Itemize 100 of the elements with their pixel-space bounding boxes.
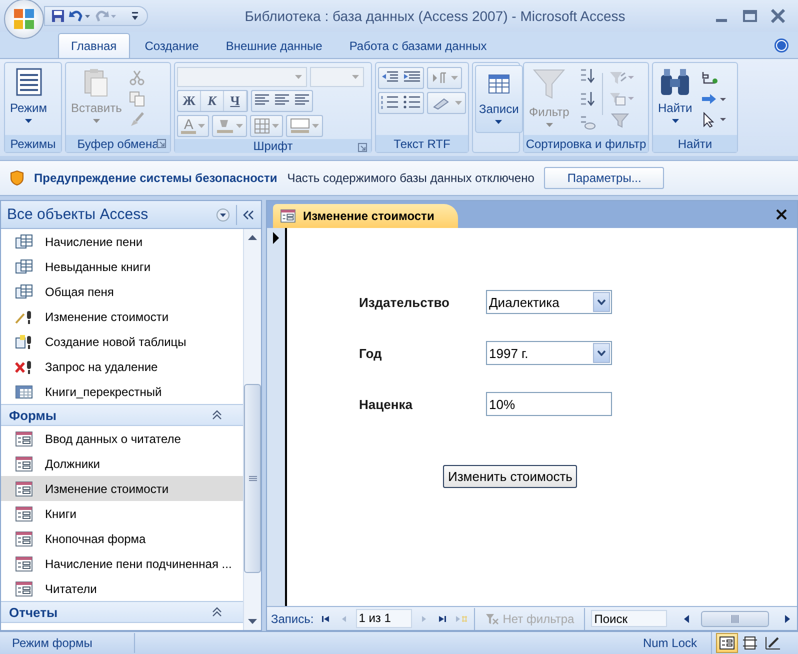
replace-icon[interactable] [701, 70, 720, 86]
nav-item[interactable]: Должники [1, 451, 243, 476]
caret-icon [495, 120, 502, 124]
gridlines-button[interactable] [250, 115, 284, 137]
group-label: Сортировка и фильтр [526, 136, 646, 150]
dropdown-button[interactable] [593, 292, 610, 312]
select-icon[interactable] [701, 112, 728, 128]
pencil-icon [15, 308, 33, 324]
new-table-icon [15, 334, 33, 350]
caret-icon [672, 119, 679, 123]
ribbon-tab[interactable]: Главная [58, 33, 130, 58]
nav-item[interactable]: Изменение стоимости [1, 476, 243, 501]
nav-group-header[interactable]: Отчеты [1, 601, 243, 623]
customize-icon[interactable] [131, 11, 139, 21]
scrollbar-thumb[interactable] [244, 384, 261, 573]
status-text: Режим формы [11, 636, 94, 650]
nav-group-header[interactable]: Формы [1, 404, 243, 426]
office-logo-icon [12, 7, 36, 31]
nav-item[interactable]: Начисление пени подчиненная ... [1, 551, 243, 576]
save-icon[interactable] [51, 9, 65, 23]
numbered-list-icon[interactable] [379, 93, 401, 111]
nav-item[interactable]: Невыданные книги [1, 254, 243, 279]
record-number-field[interactable]: 1 из 1 [356, 609, 412, 628]
font-style-button[interactable]: Ч [224, 91, 247, 111]
form-icon [15, 506, 33, 522]
maximize-icon[interactable] [742, 9, 758, 23]
nav-item[interactable]: Запрос на удаление [1, 354, 243, 379]
close-icon[interactable] [770, 9, 786, 23]
font-style-button[interactable]: Ж [178, 91, 201, 111]
search-field[interactable]: Поиск [591, 610, 668, 627]
font-name-field[interactable] [177, 67, 307, 87]
row-fill-icon [290, 118, 310, 134]
combo-box[interactable]: Диалектика [486, 290, 612, 314]
form-view-icon [14, 67, 42, 97]
view-button[interactable] [716, 633, 738, 653]
nav-item[interactable]: Изменение стоимости [1, 304, 243, 329]
options-button[interactable]: Параметры... [544, 167, 664, 189]
dropdown-icon[interactable] [216, 208, 230, 222]
ruler-icon [765, 636, 781, 650]
go-to-icon[interactable] [701, 92, 728, 106]
change-price-button[interactable]: Изменить стоимость [443, 465, 578, 488]
nav-item[interactable]: Книги [1, 501, 243, 526]
help-icon[interactable] [774, 38, 789, 53]
nav-item[interactable]: Общая пеня [1, 279, 243, 304]
sort-ascending-icon[interactable] [578, 67, 596, 86]
collapse-pane-icon[interactable] [243, 210, 255, 220]
grid-icon [254, 118, 270, 134]
dropdown-button[interactable] [593, 343, 610, 363]
group-label: Текст RTF [394, 136, 450, 150]
bulleted-list-icon[interactable] [401, 93, 423, 111]
nav-item[interactable]: Читатели [1, 576, 243, 601]
clipboard-icon [82, 67, 110, 97]
funnel-icon [532, 67, 566, 101]
fill-color-button[interactable] [212, 115, 248, 137]
record-label: Запись: [271, 612, 314, 626]
chevron-down-icon [597, 350, 606, 356]
dialog-launcher-icon[interactable] [358, 143, 367, 152]
font-style-button[interactable]: К [201, 91, 224, 111]
nav-item[interactable]: Кнопочная форма [1, 526, 243, 551]
navigation-pane-title: Все объекты Access [7, 206, 150, 223]
layout-icon [742, 636, 758, 650]
ribbon-button[interactable]: Найти [655, 65, 696, 133]
record-selector[interactable] [267, 228, 287, 606]
highlight-button[interactable] [427, 92, 466, 114]
font-size-field[interactable] [310, 67, 364, 87]
paragraph-icon [431, 71, 449, 85]
ribbon-button[interactable]: Записи [475, 65, 523, 133]
document-tab[interactable]: Изменение стоимости [273, 204, 458, 228]
nav-item[interactable]: Создание новой таблицы [1, 329, 243, 354]
cross-icon [15, 358, 33, 374]
form-icon [15, 530, 33, 546]
form-icon [15, 480, 33, 496]
grip-icon [248, 476, 256, 482]
close-icon[interactable] [776, 209, 787, 220]
ribbon-tab[interactable]: Внешние данные [214, 34, 334, 58]
form-icon [15, 456, 33, 472]
field-label: Год [359, 346, 383, 360]
nav-item[interactable]: Книги_перекрестный [1, 379, 243, 404]
security-warning-title: Предупреждение системы безопасности [34, 171, 278, 185]
caret-icon [455, 101, 462, 105]
input-field[interactable]: 10% [486, 392, 612, 416]
undo-icon[interactable] [69, 9, 91, 23]
alternate-fill-button[interactable] [286, 115, 324, 137]
caret-icon [352, 75, 359, 79]
ribbon-button[interactable]: Режим [7, 65, 50, 133]
combo-box[interactable]: 1997 г. [486, 341, 612, 365]
office-button[interactable] [4, 0, 44, 39]
ribbon-tab[interactable]: Создание [132, 34, 211, 58]
sort-descending-icon[interactable] [578, 90, 596, 108]
ribbon-tab[interactable]: Работа с базами данных [337, 34, 499, 58]
num-lock-indicator: Num Lock [642, 636, 698, 650]
nav-item[interactable]: Начисление пени [1, 229, 243, 254]
dialog-launcher-icon[interactable] [157, 139, 166, 148]
scrollbar-thumb[interactable] [701, 610, 770, 626]
caret-icon [546, 123, 553, 127]
paint-bucket-icon [216, 118, 234, 134]
security-warning-message: Часть содержимого базы данных отключено [287, 171, 534, 185]
nav-item[interactable]: Ввод данных о читателе [1, 426, 243, 451]
chevron-down-icon [597, 299, 606, 305]
form-icon [279, 209, 297, 223]
